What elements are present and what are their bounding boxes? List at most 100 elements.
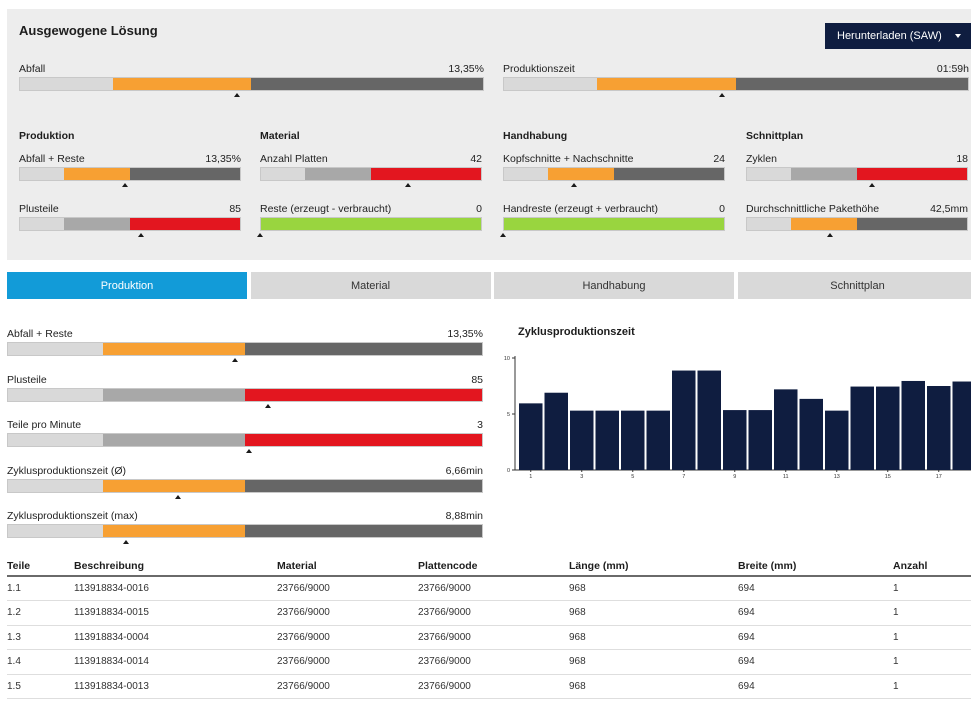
metric-bar [260,167,482,181]
bar-segment-light [8,525,103,537]
x-tick-label: 5 [631,474,634,480]
metric-bar [746,217,968,231]
marker-triangle-icon [137,233,144,237]
metric-label: Zyklusproduktionszeit (max) [7,510,138,522]
table-cell: 113918834-0015 [74,600,277,626]
table-cell: 968 [569,600,738,626]
x-tick-label: 15 [885,474,891,480]
table-cell: 1 [893,600,971,626]
column-header-teile[interactable]: Teile [7,556,74,577]
bar-segment-red [371,168,481,180]
metric-label: Plusteile [7,373,47,386]
metric-reste-erzeugt-verbraucht: Reste (erzeugt - verbraucht) 0 [256,203,482,239]
marker-triangle-icon [246,449,253,453]
metric-kopfschnitte-nachschnitte: Kopfschnitte + Nachschnitte 24 [503,153,725,189]
y-tick-label: 5 [507,412,510,418]
table-header-row: Teile Beschreibung Material Plattencode Läng… [7,556,971,577]
metric-zyklusproduktionszeit: Zyklusproduktionszeit (Ø) 6,66min [7,465,483,501]
marker-triangle-icon [122,183,129,187]
marker-triangle-icon [570,183,577,187]
x-tick-label: 3 [580,474,583,480]
bar-segment-orange [596,78,736,90]
table-cell: 23766/9000 [418,625,569,650]
table-cell: 23766/9000 [277,600,418,626]
column-header-breite-mm[interactable]: Breite (mm) [738,556,893,577]
parts-table: Teile Beschreibung Material Plattencode Läng… [7,556,971,699]
metric-bar [503,167,725,181]
metric-value: 0 [719,203,725,215]
chart-bar [519,403,543,470]
bar-segment-dark [251,78,483,90]
table-cell: 23766/9000 [418,576,569,601]
bar-segment-light [261,168,305,180]
chart-bar [952,381,971,470]
x-tick-label: 1 [529,474,532,480]
column-header-lange-mm[interactable]: Länge (mm) [569,556,738,577]
table-cell: 694 [738,625,893,650]
metric-bar [19,167,241,181]
table-row[interactable]: 1.2 113918834-0015 23766/9000 23766/9000 968… [7,600,971,626]
bar-segment-light [8,434,103,446]
metric-value: 13,35% [205,153,241,165]
chart-bar [646,410,670,470]
bar-segment-dark [244,343,482,355]
cycle-time-chart: 05101 3 5 7 9 11 13 15 17 [504,356,971,480]
summary-panel: Ausgewogene Lösung Herunterladen (SAW) A… [7,9,971,260]
table-cell: 968 [569,625,738,650]
table-row[interactable]: 1.3 113918834-0004 23766/9000 23766/9000 968… [7,625,971,650]
chart-bar [850,386,874,470]
metric-bar [7,387,483,402]
table-row[interactable]: 1.5 113918834-0013 23766/9000 23766/9000 968… [7,674,971,699]
metric-value: 85 [471,373,483,386]
chart-bar [927,386,951,470]
tab-handhabung[interactable]: Handhabung [494,272,734,299]
table-cell: 1 [893,674,971,699]
marker-triangle-icon [869,183,876,187]
metric-label: Abfall [19,63,46,75]
caret-down-icon[interactable] [955,34,961,38]
table-cell: 113918834-0004 [74,625,277,650]
metric-bar [7,433,483,447]
tab-produktion[interactable]: Produktion [7,272,247,299]
metric-bar [7,478,483,493]
table-cell: 1.1 [7,576,74,601]
table-row[interactable]: 1.1 113918834-0016 23766/9000 23766/9000 968… [7,576,971,601]
table-cell: 113918834-0013 [74,674,277,699]
metric-bar [7,524,483,538]
metric-value: 18 [956,153,968,165]
table-cell: 1.2 [7,600,74,626]
bar-segment-light [8,479,103,492]
column-header-material[interactable]: Material [277,556,418,577]
column-header-beschreibung[interactable]: Beschreibung [74,556,277,577]
metric-abfall: Abfall 13,35% [19,63,484,99]
marker-triangle-icon [174,494,181,499]
table-cell: 1 [893,576,971,601]
chart-title: Zyklusproduktionszeit [518,326,635,338]
column-header-anzahl[interactable]: Anzahl [893,556,971,577]
bar-segment-red [130,218,240,230]
metric-bar [7,342,483,356]
tab-schnittplan[interactable]: Schnittplan [737,272,971,299]
table-cell: 968 [569,649,738,675]
bar-segment-light [8,343,103,355]
table-cell: 968 [569,576,738,601]
column-header-plattencode[interactable]: Plattencode [418,556,569,577]
metric-zyklen: Zyklen 18 [746,153,968,189]
bar-segment-light [747,218,791,230]
marker-triangle-icon [826,233,833,237]
bar-segment-orange [112,78,252,90]
chart-bar [570,410,594,470]
download-saw-button[interactable]: Herunterladen (SAW) [825,23,971,49]
marker-triangle-icon [122,540,129,544]
metric-bar [503,77,969,91]
metric-plusteile: Plusteile 85 [19,203,241,239]
x-tick-label: 11 [783,474,789,480]
tab-material[interactable]: Material [250,272,491,299]
table-row[interactable]: 1.4 113918834-0014 23766/9000 23766/9000 968… [7,649,971,675]
x-tick-label: 9 [733,474,736,480]
metric-label: Anzahl Platten [260,153,328,165]
bar-segment-light [747,168,791,180]
x-tick-label: 17 [936,474,942,480]
bar-segment-light [20,218,64,230]
table-cell: 23766/9000 [418,649,569,675]
